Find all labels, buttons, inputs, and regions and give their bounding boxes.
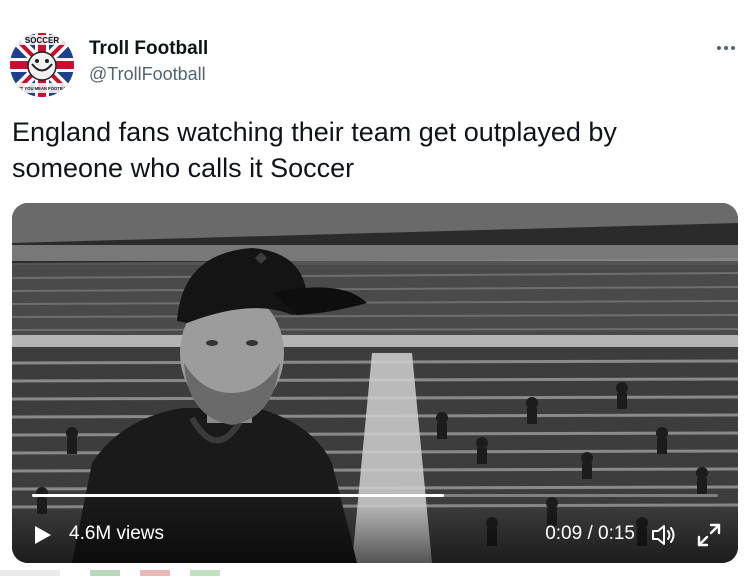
avatar-text-top: SOCCER [25,36,59,45]
tweet-text: England fans watching their team get out… [12,117,617,183]
play-icon [35,526,51,544]
author-block: Troll Football @TrollFootball [89,37,208,87]
progress-fill [32,494,444,497]
handle[interactable]: @TrollFootball [89,61,208,87]
time-display: 0:09 / 0:15 [545,523,635,544]
fullscreen-button[interactable] [696,522,722,548]
display-name[interactable]: Troll Football [89,37,208,61]
next-content-edge [0,570,750,576]
views-count: 4.6M views [69,523,165,544]
volume-button[interactable] [650,522,678,548]
avatar[interactable]: SOCCER DON'T YOU MEAN FOOTBALL? [10,33,74,97]
play-button[interactable] [30,523,54,547]
fullscreen-icon [697,523,721,547]
avatar-image: SOCCER DON'T YOU MEAN FOOTBALL? [10,33,74,97]
volume-icon [652,525,675,545]
more-icon [717,46,735,50]
progress-bar[interactable] [32,494,718,497]
video-player[interactable]: 4.6M views 0:09 / 0:15 [12,203,738,563]
tweet-card: SOCCER DON'T YOU MEAN FOOTBALL? Troll Fo… [0,0,750,576]
avatar-text-bottom: DON'T YOU MEAN FOOTBALL? [10,86,73,91]
more-button[interactable] [712,34,740,62]
